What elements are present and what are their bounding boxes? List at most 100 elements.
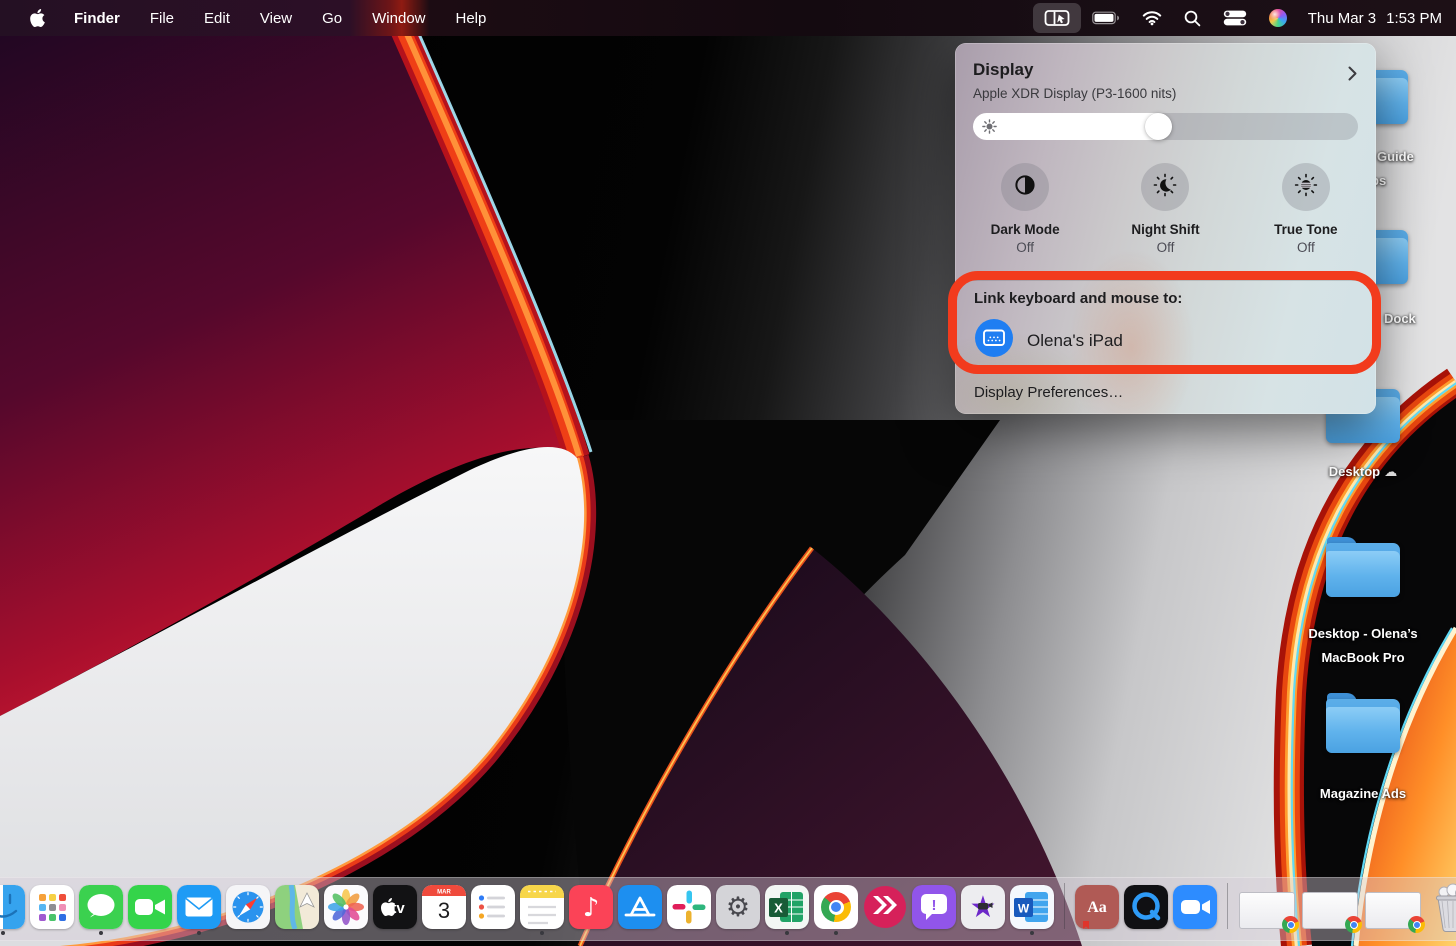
- word-icon: W: [1010, 885, 1054, 929]
- separator: [973, 280, 1358, 281]
- display-link-icon[interactable]: [1033, 3, 1081, 33]
- dock-app-photos[interactable]: [323, 885, 369, 935]
- dock-app-finder[interactable]: [0, 885, 26, 935]
- svg-text:⚙: ⚙: [726, 892, 750, 923]
- chevron-right-icon[interactable]: [1347, 65, 1358, 87]
- app-store-icon: [618, 885, 662, 929]
- desktop-screen: GuidepsDockDesktop ☁Desktop - Olena’sMac…: [0, 0, 1456, 946]
- toggle-dark-mode[interactable]: Dark Mode Off: [955, 163, 1095, 255]
- dock-app-chrome[interactable]: [813, 885, 859, 935]
- toggle-night-shift[interactable]: Night Shift Off: [1095, 163, 1235, 255]
- finder-icon: [0, 885, 25, 929]
- dock: tvMAR3 ♪ ⚙ X! ★W Aa: [0, 877, 1456, 941]
- ipad-link-icon: [975, 319, 1013, 362]
- desktop-folder-label: Magazine Ads: [1283, 786, 1443, 801]
- dock-app-safari[interactable]: [225, 885, 271, 935]
- dock-app-music[interactable]: ♪: [568, 885, 614, 935]
- menu-bar: FinderFileEditViewGoWindowHelp Thu Mar 3…: [0, 0, 1456, 36]
- separator: [973, 373, 1358, 374]
- true-tone-icon: [1294, 173, 1318, 202]
- desktop-folder-desktop-olena-s[interactable]: [1326, 543, 1400, 597]
- dock-app-alert-bubble-app[interactable]: !: [911, 885, 957, 935]
- dock-app-app-store[interactable]: [617, 885, 663, 935]
- system-preferences-icon: ⚙: [716, 885, 760, 929]
- control-center-icon[interactable]: [1212, 3, 1258, 33]
- desktop-folder-label: Guide: [1377, 149, 1414, 164]
- dock-app-zoom[interactable]: [1172, 885, 1218, 935]
- menu-file[interactable]: File: [135, 10, 189, 27]
- facetime-icon: [128, 885, 172, 929]
- apple-menu[interactable]: [16, 9, 59, 27]
- menu-view[interactable]: View: [245, 10, 307, 27]
- menu-edit[interactable]: Edit: [189, 10, 245, 27]
- dock-app-launchpad[interactable]: [29, 885, 75, 935]
- dock-app-notes[interactable]: [519, 885, 565, 935]
- menu-finder[interactable]: Finder: [59, 10, 135, 27]
- dock-app-messages[interactable]: [78, 885, 124, 935]
- toggle-state: Off: [1297, 240, 1315, 255]
- link-device-row[interactable]: Olena's iPad: [975, 319, 1123, 362]
- running-indicator: [1193, 931, 1197, 935]
- link-device-name: Olena's iPad: [1027, 331, 1123, 351]
- display-preferences-button[interactable]: Display Preferences…: [974, 384, 1123, 401]
- dock-app-reminders[interactable]: [470, 885, 516, 935]
- dock-app-dictionary[interactable]: Aa: [1074, 885, 1120, 935]
- brightness-slider-knob[interactable]: [1145, 113, 1172, 140]
- desktop-folder-magazine-ads[interactable]: [1326, 699, 1400, 753]
- display-popover: Display Apple XDR Display (P3-1600 nits)…: [955, 43, 1376, 414]
- dock-app-system-preferences[interactable]: ⚙: [715, 885, 761, 935]
- imovie-icon: ★: [961, 885, 1005, 929]
- running-indicator: [99, 931, 103, 935]
- running-indicator: [981, 931, 985, 935]
- reminders-icon: [471, 885, 515, 929]
- svg-text:X: X: [774, 901, 783, 916]
- popover-subtitle: Apple XDR Display (P3-1600 nits): [973, 86, 1176, 101]
- running-indicator: [246, 931, 250, 935]
- desktop-folder-label: Desktop - Olena’s: [1283, 626, 1443, 641]
- clock-date: Thu Mar 3: [1308, 10, 1376, 27]
- running-indicator: [344, 931, 348, 935]
- svg-text:!: !: [932, 897, 937, 914]
- dock-app-imovie[interactable]: ★: [960, 885, 1006, 935]
- minimized-chrome-window[interactable]: [1237, 892, 1297, 935]
- toggle-state: Off: [1157, 240, 1175, 255]
- dock-app-word[interactable]: W: [1009, 885, 1055, 935]
- running-indicator: [834, 931, 838, 935]
- minimized-chrome-window[interactable]: [1300, 892, 1360, 935]
- menu-help[interactable]: Help: [441, 10, 502, 27]
- toggle-true-tone[interactable]: True Tone Off: [1236, 163, 1376, 255]
- dock-app-mail[interactable]: [176, 885, 222, 935]
- brightness-slider[interactable]: [973, 113, 1358, 140]
- minimized-chrome-window[interactable]: [1363, 892, 1423, 935]
- photos-icon: [324, 885, 368, 929]
- menu-bar-clock[interactable]: Thu Mar 31:53 PM: [1298, 10, 1442, 27]
- dock-app-excel[interactable]: X: [764, 885, 810, 935]
- running-indicator: [785, 931, 789, 935]
- dock-app-facetime[interactable]: [127, 885, 173, 935]
- messages-icon: [79, 885, 123, 929]
- toggle-label: True Tone: [1274, 222, 1338, 237]
- menu-window[interactable]: Window: [357, 10, 440, 27]
- battery-icon[interactable]: [1081, 3, 1131, 33]
- dock-app-skitch[interactable]: [862, 885, 908, 935]
- dock-app-quicktime[interactable]: [1123, 885, 1169, 935]
- quicktime-icon: [1124, 885, 1168, 929]
- menu-go[interactable]: Go: [307, 10, 357, 27]
- trash-icon[interactable]: [1426, 883, 1456, 935]
- toggle-state: Off: [1016, 240, 1034, 255]
- zoom-icon: [1173, 885, 1217, 929]
- safari-icon: [226, 885, 270, 929]
- siri-icon[interactable]: [1258, 3, 1298, 33]
- brightness-slider-fill: [973, 113, 1158, 140]
- dock-app-maps[interactable]: [274, 885, 320, 935]
- search-icon[interactable]: [1173, 3, 1212, 33]
- dock-app-slack[interactable]: [666, 885, 712, 935]
- dock-divider: [1064, 883, 1065, 929]
- wifi-icon[interactable]: [1131, 3, 1173, 33]
- desktop-folder-label: MacBook Pro: [1283, 650, 1443, 665]
- dock-app-calendar[interactable]: MAR3: [421, 885, 467, 935]
- dictionary-icon: Aa: [1075, 885, 1119, 929]
- dock-app-apple-tv[interactable]: tv: [372, 885, 418, 935]
- svg-text:3: 3: [438, 898, 450, 923]
- running-indicator: [491, 931, 495, 935]
